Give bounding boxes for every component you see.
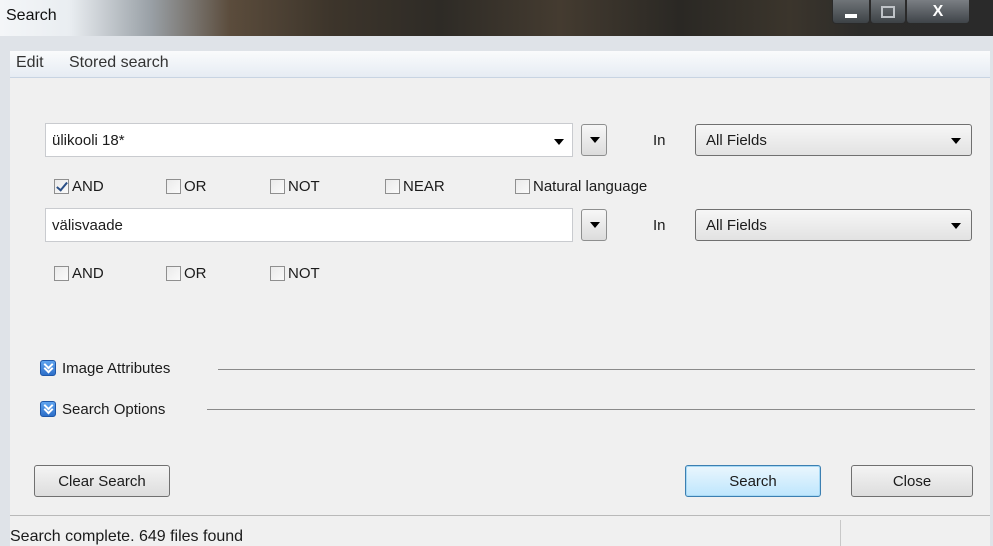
chevron-down-icon[interactable]: [554, 139, 564, 145]
window-title: Search: [6, 7, 57, 24]
operator-2-or-label: OR: [184, 264, 207, 282]
menu-stored-search[interactable]: Stored search: [69, 54, 169, 72]
checkbox-icon: [166, 178, 181, 194]
query-2-history-button[interactable]: [581, 209, 607, 241]
operator-1-and-checkbox[interactable]: AND: [54, 177, 104, 195]
checkbox-icon: [515, 178, 530, 194]
minimize-button[interactable]: [832, 0, 870, 24]
title-bar[interactable]: Search X: [0, 0, 993, 36]
query-2-field-select[interactable]: All Fields: [695, 209, 972, 241]
image-attributes-toggle[interactable]: Image Attributes: [40, 358, 170, 378]
checkbox-icon: [54, 265, 69, 281]
checkbox-icon: [166, 265, 181, 281]
status-text: Search complete. 649 files found: [10, 528, 244, 545]
checkbox-icon: [385, 178, 400, 194]
operator-2-or-checkbox[interactable]: OR: [166, 264, 207, 282]
menu-bar: Edit Stored search: [10, 51, 990, 78]
operator-2-and-label: AND: [72, 264, 104, 282]
query-1-field-value: All Fields: [706, 132, 767, 149]
search-window: Search X Edit Stored search ülikooli 18*…: [0, 0, 993, 546]
minimize-icon: [845, 13, 857, 18]
operator-2-not-label: NOT: [288, 264, 320, 282]
checkbox-icon: [270, 265, 285, 281]
natural-language-checkbox[interactable]: Natural language: [515, 177, 647, 195]
chevron-down-icon: [951, 223, 961, 229]
operator-1-not-checkbox[interactable]: NOT: [270, 177, 320, 195]
maximize-icon: [881, 5, 895, 18]
query-2-in-label: In: [653, 217, 666, 234]
close-window-button[interactable]: X: [906, 0, 970, 24]
search-options-label: Search Options: [62, 400, 166, 418]
menu-edit[interactable]: Edit: [16, 54, 44, 72]
checkbox-checked-icon: [54, 178, 69, 194]
close-icon: X: [932, 2, 944, 20]
query-2-field-value: All Fields: [706, 217, 767, 234]
image-attributes-divider: [218, 369, 975, 370]
operator-1-not-label: NOT: [288, 177, 320, 195]
close-button[interactable]: Close: [851, 465, 973, 497]
query-2-input[interactable]: välisvaade: [45, 208, 573, 242]
chevron-down-icon: [590, 137, 600, 143]
query-1-in-label: In: [653, 132, 666, 149]
query-2-text: välisvaade: [52, 217, 123, 234]
maximize-button[interactable]: [870, 0, 906, 24]
search-panel: ülikooli 18* In All Fields AND OR NOT NE…: [10, 78, 990, 515]
natural-language-label: Natural language: [533, 177, 648, 195]
chevron-down-icon: [951, 138, 961, 144]
query-1-history-button[interactable]: [581, 124, 607, 156]
operator-2-not-checkbox[interactable]: NOT: [270, 264, 320, 282]
search-options-toggle[interactable]: Search Options: [40, 399, 165, 419]
operator-1-near-checkbox[interactable]: NEAR: [385, 177, 445, 195]
operator-1-near-label: NEAR: [403, 177, 445, 195]
status-bar: Search complete. 649 files found: [10, 515, 990, 546]
query-1-text: ülikooli 18*: [52, 132, 125, 149]
image-attributes-label: Image Attributes: [62, 359, 171, 377]
query-1-input[interactable]: ülikooli 18*: [45, 123, 573, 157]
search-options-divider: [207, 409, 975, 410]
status-separator: [840, 520, 841, 546]
query-1-field-select[interactable]: All Fields: [695, 124, 972, 156]
chevron-down-icon: [590, 222, 600, 228]
expand-icon: [40, 401, 56, 417]
operator-1-or-checkbox[interactable]: OR: [166, 177, 207, 195]
clear-search-button[interactable]: Clear Search: [34, 465, 170, 497]
search-button[interactable]: Search: [685, 465, 821, 497]
checkbox-icon: [270, 178, 285, 194]
operator-1-or-label: OR: [184, 177, 207, 195]
expand-icon: [40, 360, 56, 376]
operator-1-and-label: AND: [72, 177, 104, 195]
operator-2-and-checkbox[interactable]: AND: [54, 264, 104, 282]
